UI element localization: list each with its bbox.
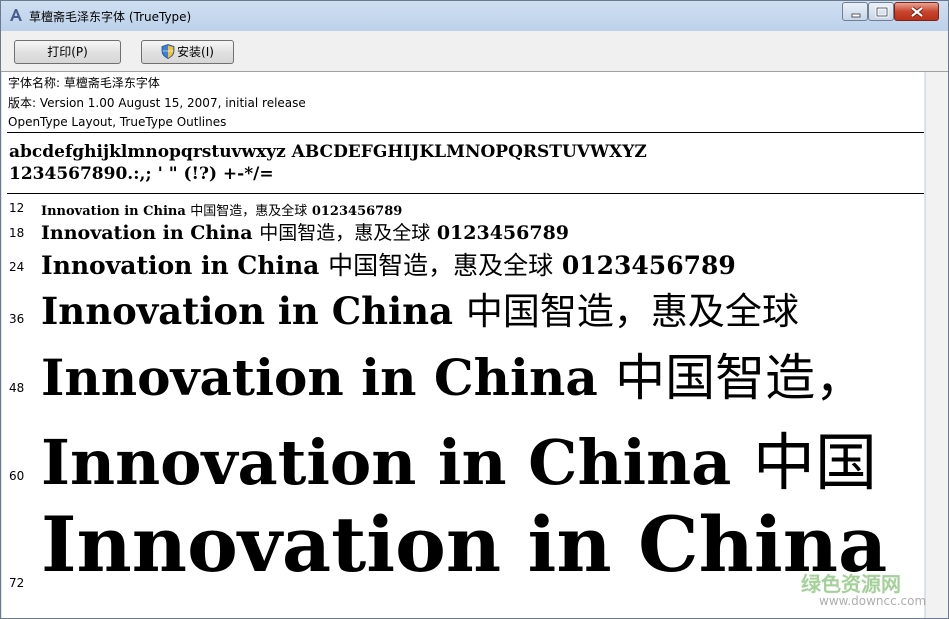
- size-label: 72: [9, 576, 25, 590]
- vertical-scrollbar[interactable]: [925, 72, 948, 618]
- maximize-button[interactable]: [868, 2, 894, 21]
- sample-chinese: 中国智造，惠及全球: [259, 222, 431, 244]
- charset-letters: abcdefghijklmnopqrstuvwxyz ABCDEFGHIJKLM…: [9, 142, 647, 162]
- sample-row: 12 Innovation in China 中国智造，惠及全球 0123456…: [2, 199, 924, 219]
- divider: [7, 193, 924, 194]
- sample-text: Innovation in China 中国智造，惠及全球 0123456789: [41, 200, 402, 219]
- sample-text: Innovation in China 中国智造，: [41, 338, 865, 410]
- sample-chinese: 中国智造，惠及全球: [465, 290, 799, 333]
- sample-text: Innovation in China 中国智造，惠及全球 0123456789: [41, 218, 569, 245]
- sample-latin: Innovation in China: [41, 251, 320, 280]
- minimize-icon: [851, 13, 861, 18]
- watermark-url: www.downcc.com: [819, 594, 927, 608]
- sample-chinese: 中国智造，惠及全球: [190, 204, 308, 219]
- close-button[interactable]: [894, 2, 939, 21]
- sample-digits: 0123456789: [311, 204, 403, 219]
- sample-row: 72 Innovation in China: [2, 500, 924, 618]
- sample-chinese: 中国: [752, 426, 877, 499]
- sample-text: Innovation in China 中国智造，惠及全球 0123456789: [41, 246, 736, 282]
- size-label: 12: [9, 201, 25, 215]
- install-label: 安装(I): [177, 45, 214, 59]
- font-type-line: OpenType Layout, TrueType Outlines: [8, 115, 227, 129]
- minimize-button[interactable]: [842, 2, 868, 21]
- sample-row: 60 Innovation in China 中国: [2, 416, 924, 506]
- sample-digits: 0123456789: [436, 222, 570, 244]
- sample-latin: Innovation in China: [41, 289, 453, 333]
- sample-latin: Innovation in China: [41, 426, 732, 499]
- sample-chinese: 中国智造，惠及全球: [328, 251, 554, 280]
- size-label: 48: [9, 381, 25, 395]
- sample-text: Innovation in China 中国: [41, 412, 877, 502]
- uac-shield-icon: [161, 44, 175, 59]
- size-label: 24: [9, 260, 25, 274]
- divider: [7, 132, 924, 133]
- charset-symbols: 1234567890.:,; ' " (!?) +-*/=: [9, 164, 274, 184]
- sample-latin: Innovation in China: [41, 500, 888, 589]
- watermark-logo-text: 绿色资源网: [801, 572, 901, 596]
- sample-latin: Innovation in China: [41, 204, 186, 219]
- font-preview-pane: 字体名称: 草檀斋毛泽东字体 版本: Version 1.00 August 1…: [2, 72, 924, 618]
- sample-digits: 0123456789: [561, 251, 736, 280]
- font-name-line: 字体名称: 草檀斋毛泽东字体: [8, 76, 160, 90]
- window-title: 草檀斋毛泽东字体 (TrueType): [29, 10, 192, 24]
- sample-latin: Innovation in China: [41, 222, 253, 244]
- font-viewer-window: 草檀斋毛泽东字体 (TrueType) 打印(P) 安装(I) 字体名称: 草檀…: [0, 0, 949, 619]
- sample-row: 18 Innovation in China 中国智造，惠及全球 0123456…: [2, 219, 924, 247]
- install-button[interactable]: 安装(I): [141, 40, 234, 64]
- toolbar: 打印(P) 安装(I): [1, 31, 948, 72]
- sample-text: Innovation in China: [41, 500, 887, 589]
- maximize-icon: [875, 6, 889, 18]
- size-label: 60: [9, 469, 25, 483]
- sample-row: 36 Innovation in China 中国智造，惠及全球: [2, 283, 924, 341]
- sample-chinese: 中国智造，: [615, 349, 866, 407]
- font-info: 字体名称: 草檀斋毛泽东字体 版本: Version 1.00 August 1…: [8, 74, 306, 133]
- print-button[interactable]: 打印(P): [14, 40, 121, 64]
- charset-preview: abcdefghijklmnopqrstuvwxyz ABCDEFGHIJKLM…: [9, 141, 647, 185]
- sample-text: Innovation in China 中国智造，惠及全球: [41, 281, 799, 335]
- sample-row: 24 Innovation in China 中国智造，惠及全球 0123456…: [2, 247, 924, 283]
- size-label: 18: [9, 226, 25, 240]
- sample-row: 48 Innovation in China 中国智造，: [2, 341, 924, 416]
- sample-latin: Innovation in China: [41, 348, 598, 407]
- title-bar[interactable]: 草檀斋毛泽东字体 (TrueType): [1, 1, 948, 31]
- close-icon: [910, 6, 924, 18]
- font-file-icon: [10, 9, 22, 21]
- size-label: 36: [9, 312, 25, 326]
- font-version-line: 版本: Version 1.00 August 15, 2007, initia…: [8, 95, 306, 110]
